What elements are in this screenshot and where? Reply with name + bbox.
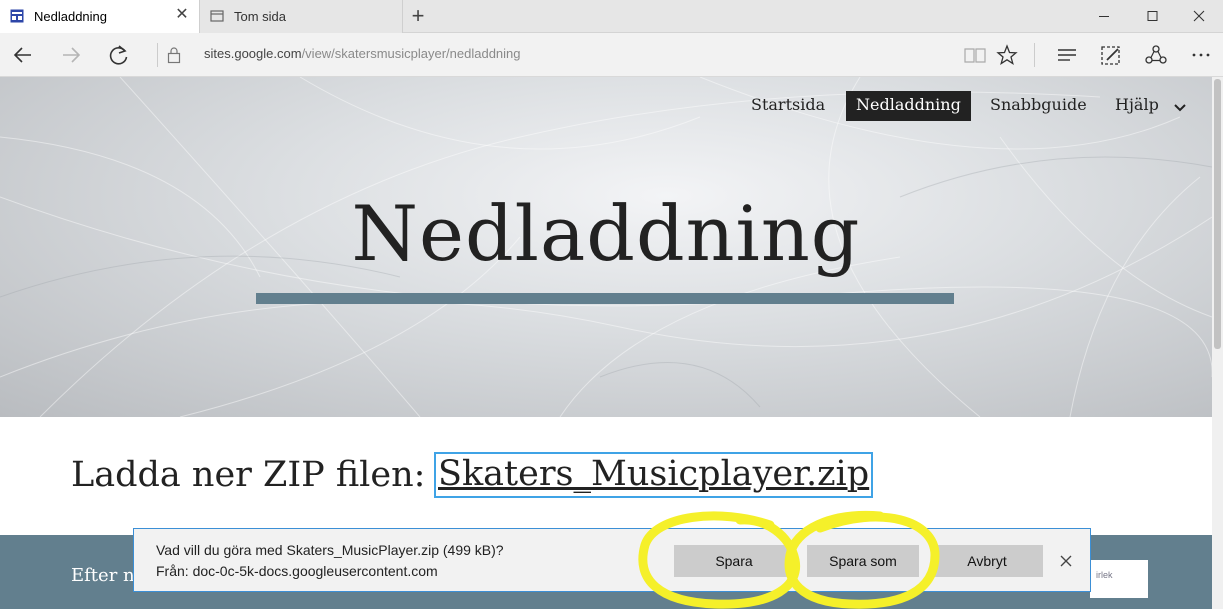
tab-nedladdning[interactable]: Nedladdning ✕ [0,0,200,33]
hero-banner: Startsida Nedladdning Snabbguide Hjälp N… [0,77,1212,417]
site-nav-nedladdning[interactable]: Nedladdning [846,91,971,121]
more-icon[interactable] [1186,41,1216,69]
maximize-icon[interactable] [1128,0,1176,33]
blank-tab-icon [210,10,224,22]
site-nav-startsida[interactable]: Startsida [751,91,825,121]
minimize-icon[interactable] [1080,0,1128,33]
scrollbar[interactable] [1212,77,1223,609]
site-nav-snabbguide[interactable]: Snabbguide [990,91,1087,121]
separator [1034,43,1035,67]
web-note-icon[interactable] [1096,41,1126,69]
download-label: Ladda ner ZIP filen: [71,455,426,495]
close-tab-icon[interactable]: ✕ [173,6,191,24]
url-path: /view/skatersmusicplayer/nedladdning [301,46,521,61]
download-question: Vad vill du göra med Skaters_MusicPlayer… [156,542,504,558]
address-bar: sites.google.com/view/skatersmusicplayer… [0,33,1223,77]
share-icon[interactable] [1141,41,1171,69]
separator [157,43,158,67]
tab-strip: Nedladdning ✕ Tom sida + [0,0,1223,33]
forward-icon[interactable] [56,41,86,69]
save-as-button[interactable]: Spara som [807,545,919,577]
favorite-star-icon[interactable] [992,41,1022,69]
embedded-box: irlek [1090,560,1148,598]
download-notification-bar: Vad vill du göra med Skaters_MusicPlayer… [133,528,1091,592]
title-underline [256,293,954,304]
scrollbar-thumb[interactable] [1214,79,1221,349]
url-host: sites.google.com [204,46,302,61]
download-section: Ladda ner ZIP filen: Skaters_Musicplayer… [0,417,1212,535]
page-icon [10,9,24,23]
lock-icon[interactable] [166,45,182,65]
band-text: Efter n [71,565,135,586]
close-window-icon[interactable] [1175,0,1223,33]
back-icon[interactable] [8,41,38,69]
page-title: Nedladdning [351,189,861,278]
box-text: irlek [1096,570,1113,580]
url-field[interactable]: sites.google.com/view/skatersmusicplayer… [204,46,521,61]
chevron-down-icon[interactable] [1172,99,1188,115]
zip-download-link[interactable]: Skaters_Musicplayer.zip [434,452,874,498]
close-icon[interactable] [1056,551,1076,571]
save-button[interactable]: Spara [674,545,794,577]
download-source: Från: doc-0c-5k-docs.googleusercontent.c… [156,563,438,579]
hub-icon[interactable] [1052,41,1082,69]
new-tab-button[interactable]: + [403,0,433,33]
refresh-icon[interactable] [104,41,134,69]
tab-title: Tom sida [234,9,287,24]
tab-tom-sida[interactable]: Tom sida [200,0,403,33]
tab-title: Nedladdning [34,9,108,24]
reading-view-icon[interactable] [960,41,990,69]
cancel-button[interactable]: Avbryt [931,545,1043,577]
site-nav-hjalp[interactable]: Hjälp [1115,91,1159,121]
